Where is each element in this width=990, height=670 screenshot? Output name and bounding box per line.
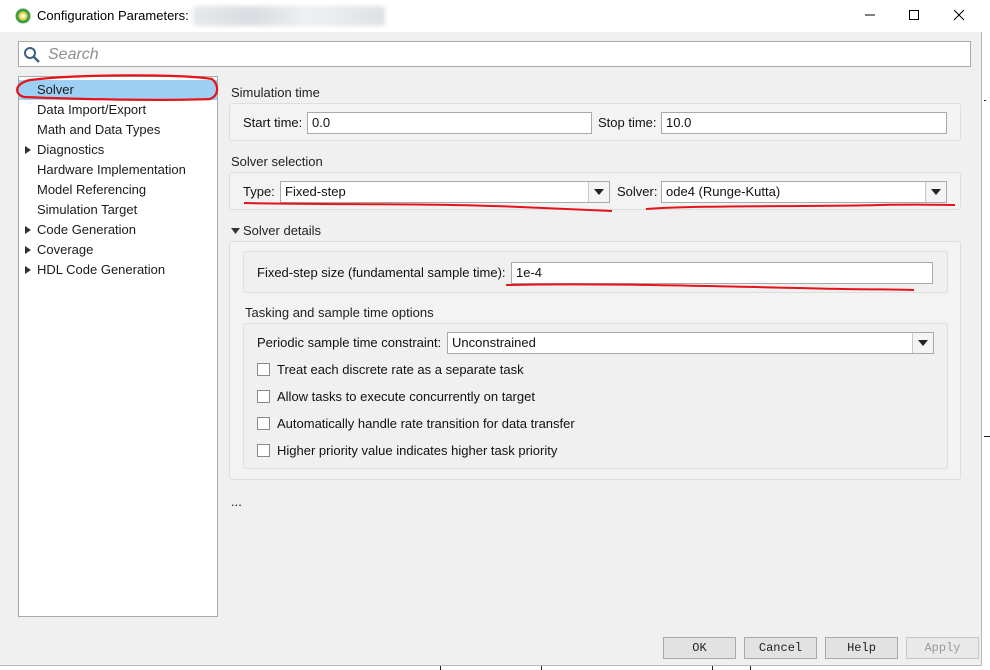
sidebar-item-model-referencing[interactable]: Model Referencing — [19, 180, 217, 200]
expand-arrow-icon[interactable] — [25, 266, 31, 274]
stop-time-field[interactable]: 10.0 — [661, 112, 947, 134]
redacted-model-name — [193, 6, 385, 26]
solver-dropdown-button[interactable] — [925, 182, 946, 202]
sidebar-item-label: Coverage — [37, 242, 94, 257]
checkbox-rate-transition-label: Automatically handle rate transition for… — [277, 416, 575, 431]
sidebar-item-label: Code Generation — [37, 222, 137, 237]
more-ellipsis[interactable]: ... — [231, 494, 242, 509]
search-input[interactable] — [46, 44, 950, 66]
window-title: Configuration Parameters: — [37, 8, 189, 23]
close-button[interactable] — [937, 0, 981, 30]
type-dropdown[interactable]: Fixed-step — [280, 181, 610, 203]
fixed-step-size-label: Fixed-step size (fundamental sample time… — [257, 265, 506, 280]
sidebar-item-solver[interactable]: Solver — [19, 80, 217, 100]
sidebar-item-label: Model Referencing — [37, 182, 147, 197]
apply-button[interactable]: Apply — [906, 637, 979, 659]
sample-time-constraint-value: Unconstrained — [452, 335, 536, 350]
checkbox-concurrent-tasks-label: Allow tasks to execute concurrently on t… — [277, 389, 535, 404]
sample-time-constraint-dropdown[interactable]: Unconstrained — [447, 332, 934, 354]
sidebar-item-label: Simulation Target — [37, 202, 138, 217]
stop-time-label: Stop time: — [598, 115, 657, 130]
checkbox-concurrent-tasks[interactable] — [257, 390, 270, 403]
close-icon — [953, 9, 965, 21]
checkbox-higher-priority-label: Higher priority value indicates higher t… — [277, 443, 558, 458]
expand-arrow-icon[interactable] — [25, 146, 31, 154]
config-dialog: Configuration Parameters: Solver Data Im… — [0, 0, 982, 666]
expand-arrow-icon[interactable] — [25, 226, 31, 234]
search-icon — [24, 47, 40, 63]
solver-details-heading: Solver details — [243, 223, 322, 238]
constraint-dropdown-button[interactable] — [912, 333, 933, 353]
sidebar-item-coverage[interactable]: Coverage — [19, 240, 217, 260]
sidebar-item-label: Diagnostics — [37, 142, 105, 157]
matlab-gear-icon — [15, 8, 31, 24]
background-window-edge — [750, 666, 751, 670]
sidebar-item-label: Math and Data Types — [37, 122, 161, 137]
maximize-icon — [909, 10, 919, 20]
collapse-arrow-icon[interactable] — [231, 227, 240, 235]
chevron-down-icon — [931, 189, 941, 195]
chevron-down-icon — [918, 340, 928, 346]
sidebar-item-data-import-export[interactable]: Data Import/Export — [19, 100, 217, 120]
expand-arrow-icon[interactable] — [25, 246, 31, 254]
tasking-heading: Tasking and sample time options — [245, 305, 434, 320]
checkbox-separate-task-label: Treat each discrete rate as a separate t… — [277, 362, 524, 377]
type-label: Type: — [243, 184, 275, 199]
minimize-icon — [865, 14, 875, 16]
solver-value: ode4 (Runge-Kutta) — [666, 184, 781, 199]
sidebar-item-label: Data Import/Export — [37, 102, 147, 117]
start-time-label: Start time: — [243, 115, 303, 130]
type-value: Fixed-step — [285, 184, 346, 199]
checkbox-rate-transition[interactable] — [257, 417, 270, 430]
sidebar-item-label: HDL Code Generation — [37, 262, 166, 277]
sidebar-item-diagnostics[interactable]: Diagnostics — [19, 140, 217, 160]
fixed-step-size-field[interactable]: 1e-4 — [511, 262, 933, 284]
background-window-edge — [984, 100, 986, 101]
background-window-edge — [984, 436, 990, 437]
sidebar-item-math-and-data-types[interactable]: Math and Data Types — [19, 120, 217, 140]
type-dropdown-button[interactable] — [588, 182, 609, 202]
solver-label: Solver: — [617, 184, 658, 199]
title-bar[interactable]: Configuration Parameters: — [0, 0, 982, 32]
checkbox-separate-task[interactable] — [257, 363, 270, 376]
background-window-edge — [440, 666, 441, 670]
maximize-button[interactable] — [892, 0, 936, 30]
start-time-field[interactable]: 0.0 — [307, 112, 592, 134]
chevron-down-icon — [594, 189, 604, 195]
search-box[interactable] — [18, 41, 971, 67]
simulation-time-heading: Simulation time — [231, 85, 320, 100]
checkbox-higher-priority[interactable] — [257, 444, 270, 457]
solver-dropdown[interactable]: ode4 (Runge-Kutta) — [661, 181, 947, 203]
background-window-edge — [712, 666, 713, 670]
help-button[interactable]: Help — [825, 637, 898, 659]
cancel-button[interactable]: Cancel — [744, 637, 817, 659]
sidebar-item-label: Solver — [37, 82, 74, 97]
solver-selection-heading: Solver selection — [231, 154, 323, 169]
background-window-edge — [541, 666, 542, 670]
sample-time-constraint-label: Periodic sample time constraint: — [257, 335, 442, 350]
ok-button[interactable]: OK — [663, 637, 736, 659]
sidebar-item-label: Hardware Implementation — [37, 162, 186, 177]
sidebar-item-code-generation[interactable]: Code Generation — [19, 220, 217, 240]
sidebar-item-hardware-implementation[interactable]: Hardware Implementation — [19, 160, 217, 180]
minimize-button[interactable] — [848, 0, 892, 30]
sidebar-item-hdl-code-generation[interactable]: HDL Code Generation — [19, 260, 217, 280]
sidebar-item-simulation-target[interactable]: Simulation Target — [19, 200, 217, 220]
category-tree: Solver Data Import/Export Math and Data … — [18, 76, 218, 617]
